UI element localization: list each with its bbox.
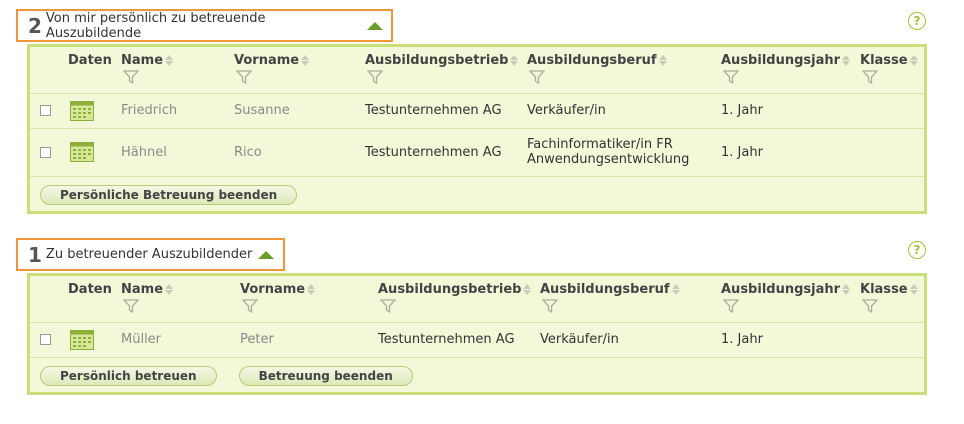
cell-betrieb: Testunternehmen AG (365, 128, 527, 177)
sort-icon[interactable] (301, 55, 310, 66)
col-header-betrieb[interactable]: Ausbildungsbetrieb (378, 276, 540, 323)
filter-icon[interactable] (367, 70, 383, 84)
col-header-betrieb[interactable]: Ausbildungsbetrieb (365, 47, 527, 94)
section-title: Zu betreuender Auszubildender (45, 247, 253, 262)
filter-icon[interactable] (542, 299, 558, 313)
calendar-icon[interactable] (70, 100, 94, 121)
cell-vorname[interactable]: Rico (234, 128, 365, 177)
trainee-table: Daten Name Vorname Ausbildungsbetrieb Au… (30, 276, 924, 358)
filter-icon[interactable] (123, 70, 139, 84)
filter-icon[interactable] (723, 299, 739, 313)
table-panel-personal: Daten Name Vorname Ausbildungsbetrieb Au… (27, 44, 927, 214)
collapse-arrow-icon[interactable] (258, 250, 275, 259)
col-header-jahr[interactable]: Ausbildungsjahr (721, 276, 860, 323)
cell-beruf: Fachinformatiker/in FR Anwendungsentwickl… (527, 128, 721, 177)
filter-icon[interactable] (529, 70, 545, 84)
filter-icon[interactable] (862, 299, 878, 313)
filter-icon[interactable] (242, 299, 258, 313)
table-panel-assigned: Daten Name Vorname Ausbildungsbetrieb Au… (27, 273, 927, 395)
section-title: Von mir persönlich zu betreuende Auszubi… (45, 10, 266, 41)
help-icon[interactable]: ? (908, 241, 926, 259)
collapse-arrow-icon[interactable] (367, 21, 383, 30)
col-header-klasse[interactable]: Klasse (860, 276, 924, 323)
col-header-beruf[interactable]: Ausbildungsberuf (527, 47, 721, 94)
table-actions: Persönlich betreuen Betreuung beenden (30, 358, 924, 392)
col-header-klasse[interactable]: Klasse (860, 47, 924, 94)
cell-klasse (860, 128, 924, 177)
cell-beruf: Verkäufer/in (527, 93, 721, 129)
section-count: 2 (28, 13, 42, 38)
sort-icon[interactable] (165, 284, 174, 295)
sort-icon[interactable] (658, 55, 667, 66)
sort-icon[interactable] (510, 55, 519, 66)
col-header-name[interactable]: Name (121, 47, 234, 94)
filter-icon[interactable] (236, 70, 252, 84)
cell-vorname[interactable]: Susanne (234, 93, 365, 129)
calendar-icon[interactable] (70, 142, 94, 162)
end-care-button[interactable]: Betreuung beenden (238, 365, 413, 386)
sort-icon[interactable] (909, 55, 918, 66)
col-header-vorname[interactable]: Vorname (240, 276, 378, 323)
calendar-icon[interactable] (70, 329, 94, 350)
end-personal-care-button[interactable]: Persönliche Betreuung beenden (40, 184, 298, 205)
table-header-row: Daten Name Vorname Ausbildungsbetrieb Au… (30, 276, 924, 323)
filter-icon[interactable] (123, 299, 139, 313)
sort-icon[interactable] (523, 284, 532, 295)
trainee-table: Daten Name Vorname Ausbildungsbetrieb Au… (30, 47, 924, 177)
filter-icon[interactable] (380, 299, 396, 313)
section-header-personal: 2 Von mir persönlich zu betreuende Auszu… (16, 9, 393, 42)
help-icon[interactable]: ? (908, 12, 926, 30)
cell-klasse (860, 322, 924, 358)
filter-icon[interactable] (723, 70, 739, 84)
col-header-vorname[interactable]: Vorname (234, 47, 365, 94)
sort-icon[interactable] (307, 284, 316, 295)
col-header-daten: Daten (68, 47, 121, 94)
cell-jahr: 1. Jahr (721, 322, 860, 358)
filter-icon[interactable] (862, 70, 878, 84)
row-checkbox[interactable] (40, 105, 51, 116)
cell-betrieb: Testunternehmen AG (365, 93, 527, 129)
row-checkbox[interactable] (40, 334, 51, 345)
cell-name[interactable]: Friedrich (121, 93, 234, 129)
col-header-name[interactable]: Name (121, 276, 240, 323)
cell-betrieb: Testunternehmen AG (378, 322, 540, 358)
cell-jahr: 1. Jahr (721, 128, 860, 177)
sort-icon[interactable] (671, 284, 680, 295)
section-header-assigned: 1 Zu betreuender Auszubildender (16, 238, 285, 271)
row-checkbox[interactable] (40, 146, 51, 158)
table-row: Hähnel Rico Testunternehmen AG Fachinfor… (30, 128, 924, 177)
table-actions: Persönliche Betreuung beenden (30, 177, 924, 211)
cell-vorname[interactable]: Peter (240, 322, 378, 358)
cell-name[interactable]: Müller (121, 322, 240, 358)
section-count: 1 (28, 242, 42, 267)
col-header-beruf[interactable]: Ausbildungsberuf (540, 276, 721, 323)
sort-icon[interactable] (165, 55, 174, 66)
table-row: Friedrich Susanne Testunternehmen AG Ver… (30, 93, 924, 129)
table-row: Müller Peter Testunternehmen AG Verkäufe… (30, 322, 924, 358)
sort-icon[interactable] (909, 284, 918, 295)
cell-name[interactable]: Hähnel (121, 128, 234, 177)
col-header-jahr[interactable]: Ausbildungsjahr (721, 47, 860, 94)
col-header-daten: Daten (68, 276, 121, 323)
take-personal-care-button[interactable]: Persönlich betreuen (40, 365, 217, 386)
sort-icon[interactable] (842, 55, 851, 66)
table-header-row: Daten Name Vorname Ausbildungsbetrieb Au… (30, 47, 924, 94)
cell-klasse (860, 93, 924, 129)
cell-beruf: Verkäufer/in (540, 322, 721, 358)
sort-icon[interactable] (842, 284, 851, 295)
cell-jahr: 1. Jahr (721, 93, 860, 129)
